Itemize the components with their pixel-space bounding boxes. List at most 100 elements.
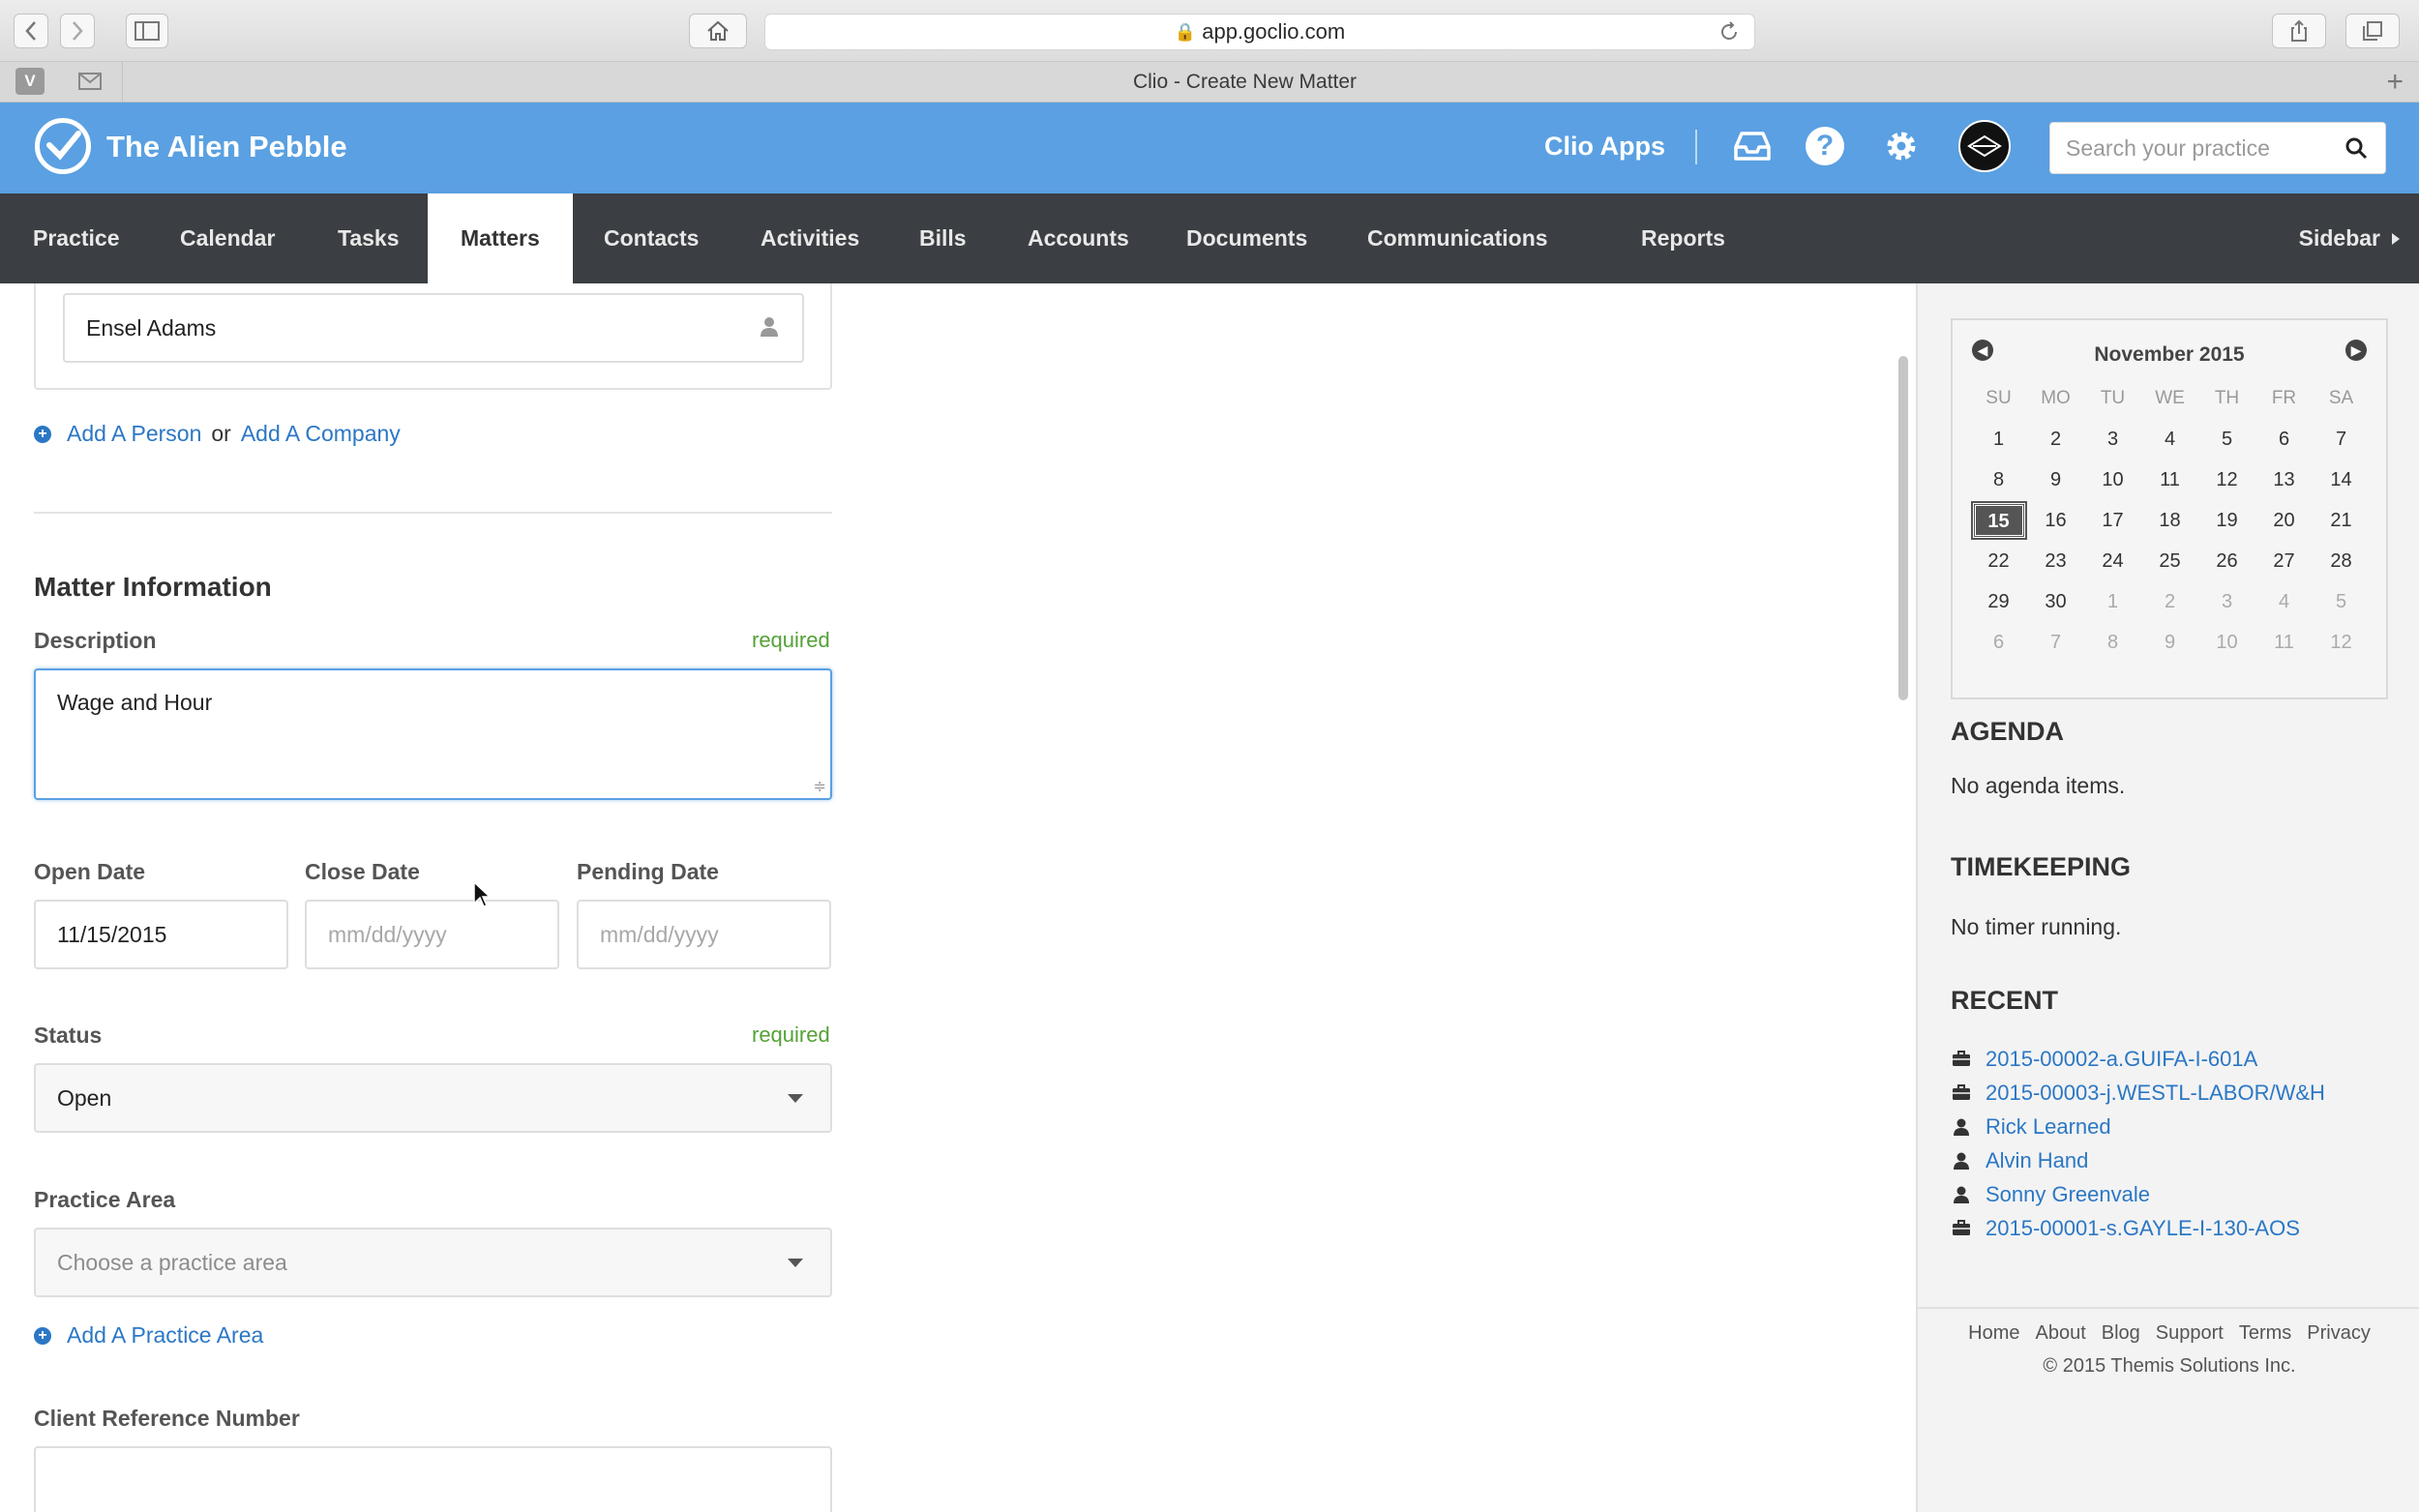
calendar-day[interactable]: 12 [2198, 469, 2255, 491]
nav-calendar[interactable]: Calendar [147, 193, 308, 283]
calendar-day[interactable]: 5 [2313, 591, 2370, 613]
nav-accounts[interactable]: Accounts [995, 193, 1162, 283]
calendar-day[interactable]: 13 [2255, 469, 2313, 491]
page-scrollbar[interactable] [1898, 356, 1908, 700]
calendar-day[interactable]: 2 [2141, 591, 2198, 613]
recent-item[interactable]: 2015-00002-a.GUIFA-I-601A [1951, 1042, 2325, 1076]
calendar-day[interactable]: 4 [2255, 591, 2313, 613]
status-select[interactable]: Open [34, 1063, 832, 1133]
reload-icon[interactable] [1717, 20, 1741, 44]
calendar-day[interactable]: 10 [2198, 632, 2255, 654]
firm-name[interactable]: The Alien Pebble [106, 130, 347, 164]
pending-date-field[interactable]: mm/dd/yyyy [577, 900, 831, 969]
calendar-day[interactable]: 22 [1970, 550, 2027, 573]
calendar-day[interactable]: 6 [1970, 632, 2027, 654]
calendar-day[interactable]: 8 [2084, 632, 2141, 654]
address-bar[interactable]: 🔒 app.goclio.com [764, 14, 1755, 50]
calendar-day[interactable]: 1 [2084, 591, 2141, 613]
calendar-next-icon[interactable]: ▶ [2345, 340, 2367, 361]
calendar-day[interactable]: 4 [2141, 429, 2198, 451]
calendar-day-today[interactable]: 15 [1970, 501, 2027, 540]
calendar-day[interactable]: 8 [1970, 469, 2027, 491]
calendar-day[interactable]: 24 [2084, 550, 2141, 573]
nav-tasks[interactable]: Tasks [305, 193, 433, 283]
practice-area-select[interactable]: Choose a practice area [34, 1228, 832, 1297]
recent-item-link[interactable]: Rick Learned [1986, 1114, 2111, 1140]
client-ref-field[interactable] [34, 1446, 832, 1512]
pinned-tab-v[interactable]: V [15, 68, 45, 95]
calendar-day[interactable]: 2 [2027, 429, 2084, 451]
calendar-day[interactable]: 3 [2084, 429, 2141, 451]
recent-item-link[interactable]: 2015-00003-j.WESTL-LABOR/W&H [1986, 1081, 2325, 1106]
open-date-field[interactable]: 11/15/2015 [34, 900, 288, 969]
calendar-day[interactable]: 23 [2027, 550, 2084, 573]
calendar-day[interactable]: 27 [2255, 550, 2313, 573]
nav-documents[interactable]: Documents [1153, 193, 1340, 283]
add-practice-area-link[interactable]: Add A Practice Area [67, 1322, 263, 1349]
resize-grip-icon[interactable]: ≑ [814, 777, 826, 796]
gear-icon[interactable] [1879, 124, 1924, 168]
back-button[interactable] [14, 14, 48, 48]
calendar-day[interactable]: 25 [2141, 550, 2198, 573]
calendar-day[interactable]: 26 [2198, 550, 2255, 573]
share-button[interactable] [2272, 14, 2326, 48]
calendar-day[interactable]: 20 [2255, 510, 2313, 532]
calendar-day[interactable]: 9 [2027, 469, 2084, 491]
recent-item-link[interactable]: Sonny Greenvale [1986, 1182, 2150, 1207]
calendar-day[interactable]: 18 [2141, 510, 2198, 532]
search-input[interactable] [2066, 134, 2337, 162]
new-tab-button[interactable]: + [2386, 66, 2404, 99]
sidebar-toggle-button[interactable] [126, 14, 168, 48]
calendar-day[interactable]: 17 [2084, 510, 2141, 532]
add-person-link[interactable]: Add A Person [67, 421, 201, 447]
search-icon[interactable] [2344, 136, 2368, 160]
recent-item-link[interactable]: Alvin Hand [1986, 1148, 2088, 1173]
recent-item[interactable]: 2015-00001-s.GAYLE-I-130-AOS [1951, 1211, 2325, 1245]
nav-activities[interactable]: Activities [728, 193, 892, 283]
sidebar-toggle[interactable]: Sidebar [2299, 193, 2402, 283]
calendar-day[interactable]: 21 [2313, 510, 2370, 532]
nav-contacts[interactable]: Contacts [571, 193, 732, 283]
recent-item-link[interactable]: 2015-00002-a.GUIFA-I-601A [1986, 1047, 2257, 1072]
checkmark-logo-icon[interactable] [35, 118, 91, 174]
nav-practice[interactable]: Practice [0, 193, 153, 283]
calendar-day[interactable]: 7 [2027, 632, 2084, 654]
calendar-day[interactable]: 10 [2084, 469, 2141, 491]
tabs-overview-button[interactable] [2345, 14, 2400, 48]
calendar-day[interactable]: 9 [2141, 632, 2198, 654]
description-textarea[interactable]: Wage and Hour ≑ [34, 668, 832, 800]
calendar-day[interactable]: 29 [1970, 591, 2027, 613]
calendar-day[interactable]: 12 [2313, 632, 2370, 654]
add-company-link[interactable]: Add A Company [241, 421, 401, 447]
calendar-day[interactable]: 19 [2198, 510, 2255, 532]
inbox-icon[interactable] [1730, 124, 1775, 168]
calendar-day[interactable]: 28 [2313, 550, 2370, 573]
calendar-day[interactable]: 5 [2198, 429, 2255, 451]
calendar-day[interactable]: 11 [2141, 469, 2198, 491]
calendar-day[interactable]: 6 [2255, 429, 2313, 451]
client-field[interactable]: Ensel Adams [63, 293, 804, 363]
footer-link-blog[interactable]: Blog [2102, 1322, 2140, 1344]
nav-communications[interactable]: Communications [1334, 193, 1581, 283]
tab-active[interactable]: Clio - Create New Matter [122, 62, 2367, 103]
calendar-day[interactable]: 3 [2198, 591, 2255, 613]
recent-item[interactable]: Sonny Greenvale [1951, 1177, 2325, 1211]
recent-item[interactable]: Rick Learned [1951, 1110, 2325, 1143]
calendar-day[interactable]: 14 [2313, 469, 2370, 491]
calendar-day[interactable]: 1 [1970, 429, 2027, 451]
home-button[interactable] [689, 14, 747, 48]
nav-matters[interactable]: Matters [428, 193, 573, 283]
recent-item-link[interactable]: 2015-00001-s.GAYLE-I-130-AOS [1986, 1216, 2300, 1241]
clio-apps-link[interactable]: Clio Apps [1544, 132, 1665, 162]
pinned-tab-mail[interactable] [75, 68, 105, 95]
nav-bills[interactable]: Bills [886, 193, 1000, 283]
footer-link-support[interactable]: Support [2156, 1322, 2224, 1344]
calendar-day[interactable]: 30 [2027, 591, 2084, 613]
recent-item[interactable]: 2015-00003-j.WESTL-LABOR/W&H [1951, 1076, 2325, 1110]
forward-button[interactable] [60, 14, 95, 48]
footer-link-home[interactable]: Home [1968, 1322, 2019, 1344]
user-avatar[interactable] [1958, 120, 2011, 172]
calendar-day[interactable]: 16 [2027, 510, 2084, 532]
footer-link-privacy[interactable]: Privacy [2307, 1322, 2371, 1344]
footer-link-terms[interactable]: Terms [2239, 1322, 2291, 1344]
